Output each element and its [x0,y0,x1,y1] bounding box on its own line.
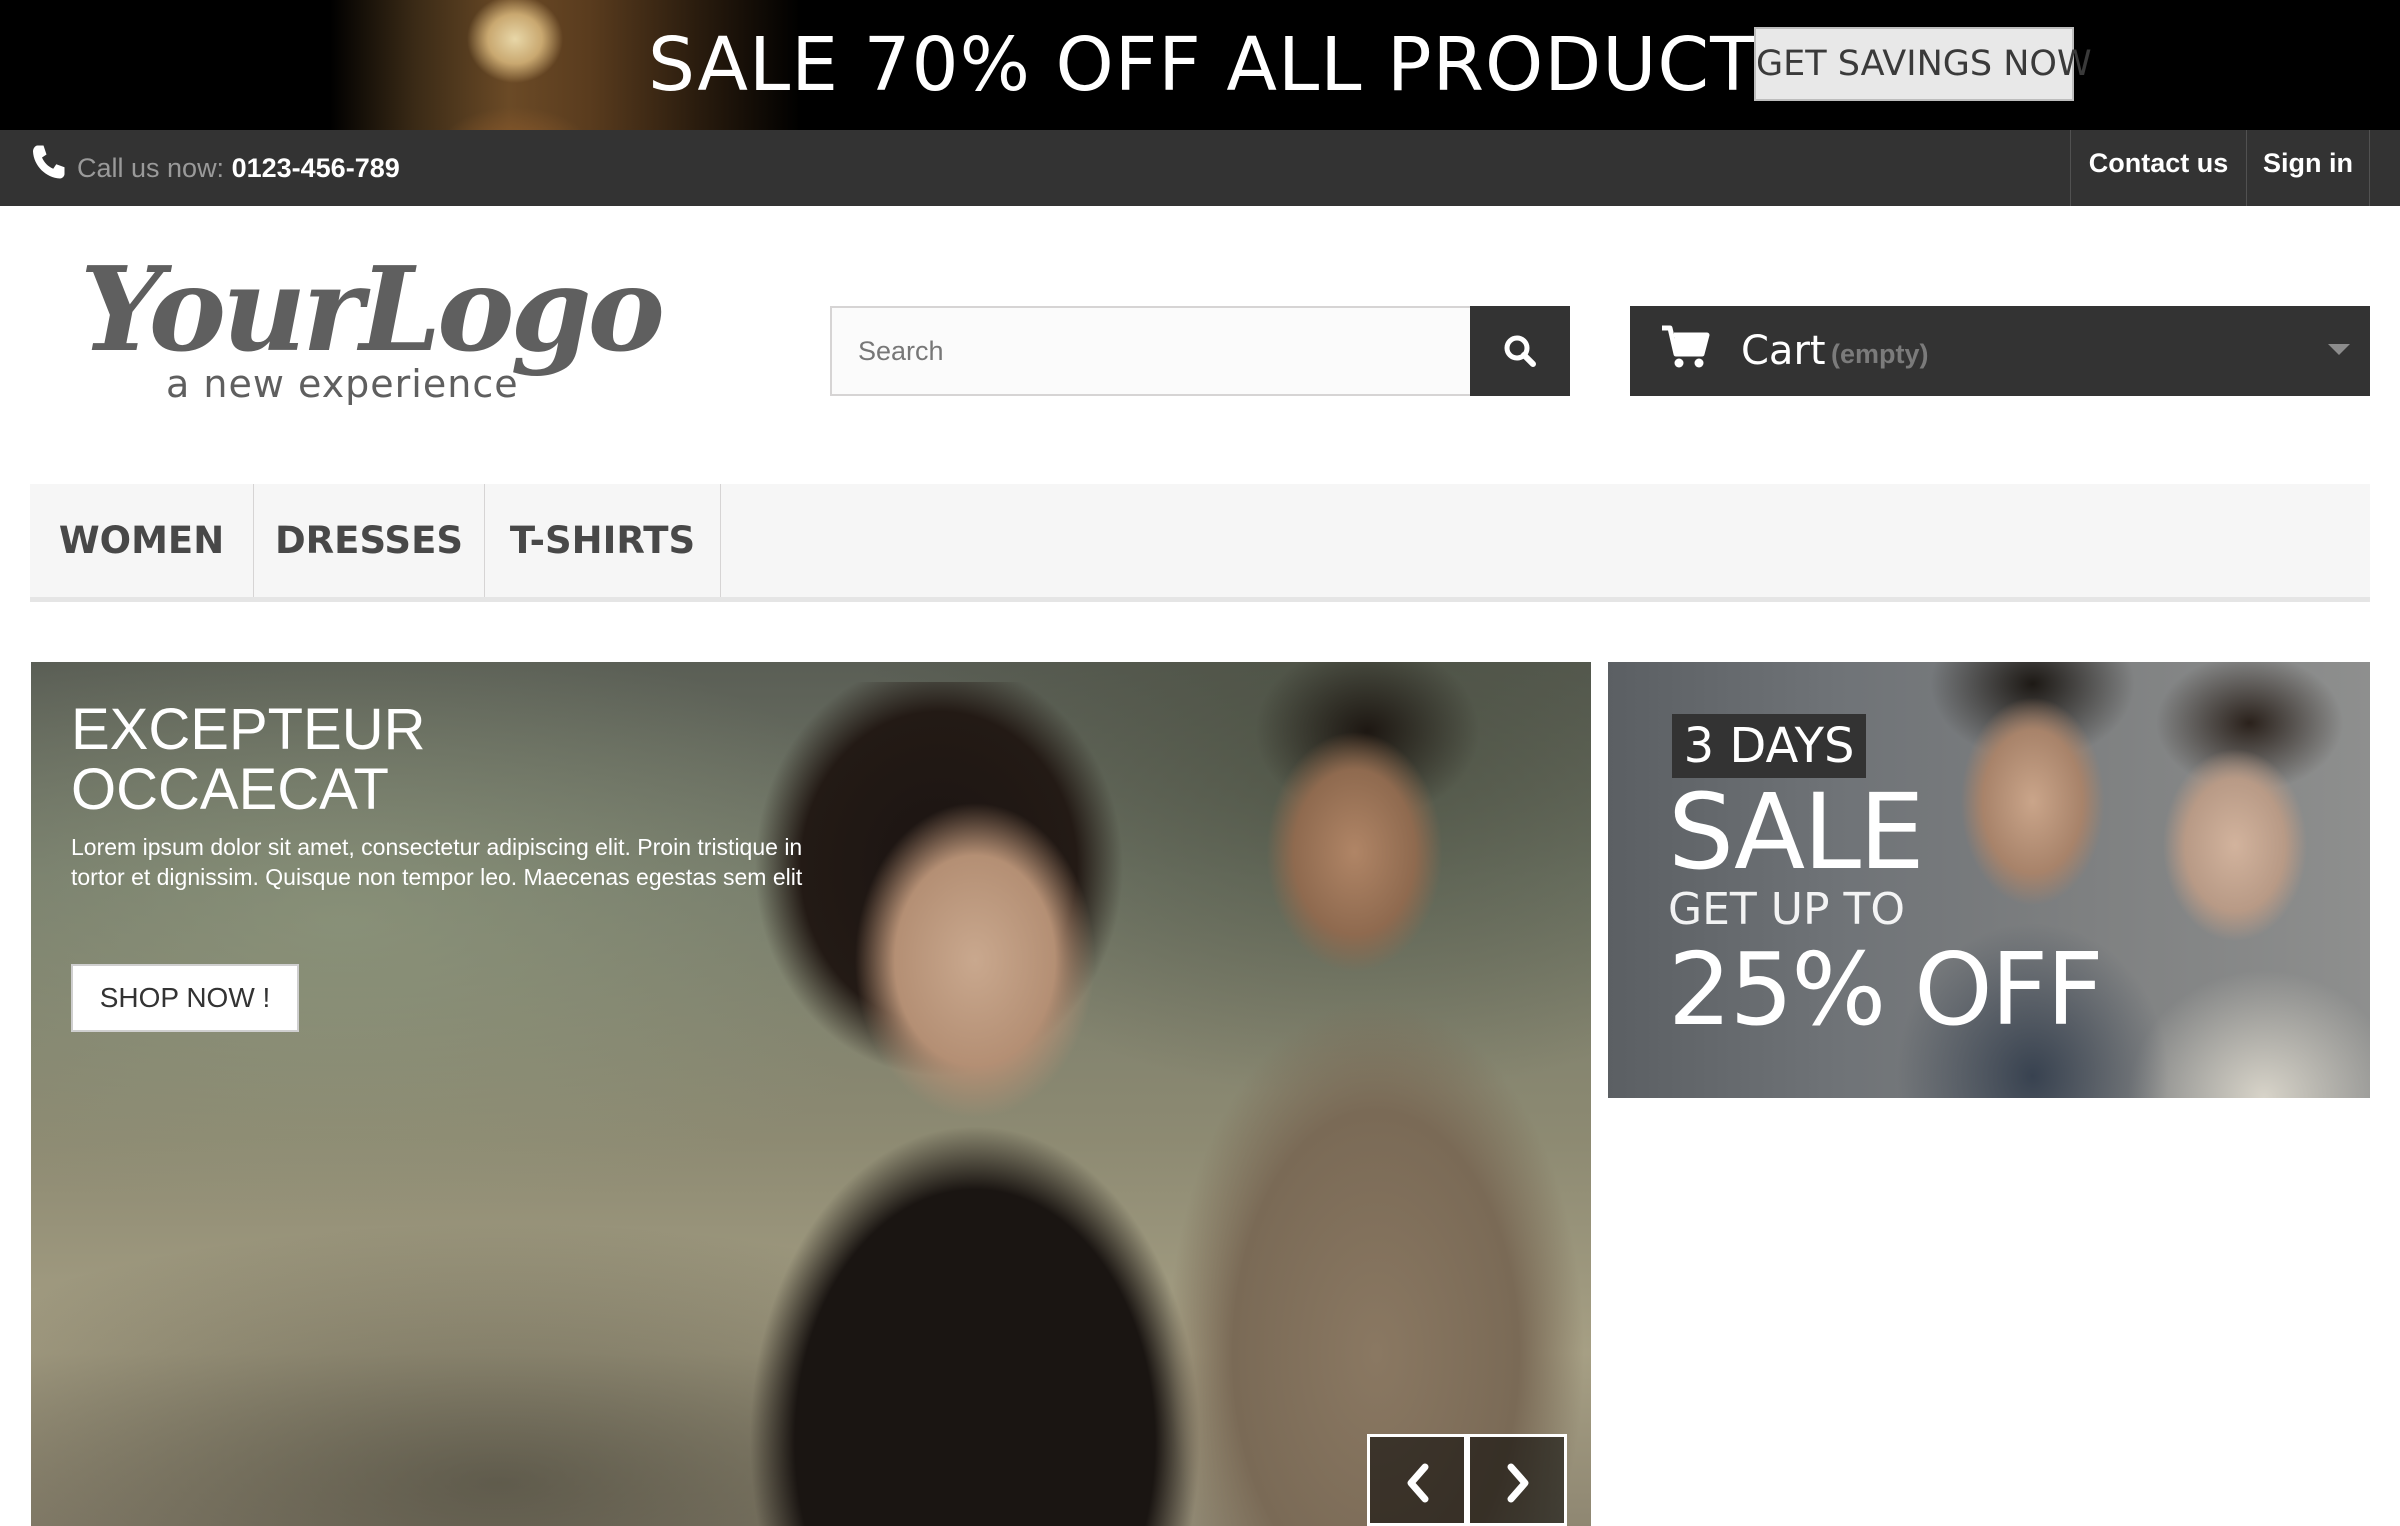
hero-title-line-1: EXCEPTEUR [71,697,426,762]
menu-item-t-shirts[interactable]: T-SHIRTS [485,484,721,597]
promo-model-image [430,0,600,130]
top-nav-bar: Call us now: 0123-456-789 Contact us Sig… [0,130,2400,206]
side-banner-get-up-to: GET UP TO [1668,884,1905,935]
hero-slider: EXCEPTEUR OCCAECAT Lorem ipsum dolor sit… [31,662,1591,1526]
phone-number: 0123-456-789 [231,153,400,183]
menu-item-dresses[interactable]: DRESSES [254,484,485,597]
menu-item-women[interactable]: WOMEN [30,484,254,597]
promo-banner[interactable]: SALE 70% OFF ALL PRODUCTS GET SAVINGS NO… [0,0,2400,130]
hero-title-line-2: OCCAECAT [71,757,389,822]
slider-next-button[interactable] [1467,1434,1567,1526]
slider-prev-button[interactable] [1367,1434,1467,1526]
side-banner-percent-off: 25% OFF [1668,931,2104,1048]
contact-us-link[interactable]: Contact us [2070,130,2246,206]
logo-text: YourLogo [80,242,665,378]
search-icon [1502,333,1538,369]
cart-icon [1660,324,1710,370]
side-promo-banner[interactable]: 3 DAYS SALE GET UP TO 25% OFF [1608,662,2370,1098]
call-us-label: Call us now: [77,153,225,183]
chevron-left-icon [1403,1463,1433,1508]
chevron-right-icon [1503,1463,1533,1508]
sign-in-link[interactable]: Sign in [2246,130,2370,206]
hero-description: Lorem ipsum dolor sit amet, consectetur … [71,834,803,890]
phone-icon [30,142,66,186]
days-badge: 3 DAYS [1672,714,1866,778]
cart-state: (empty) [1831,339,1929,369]
cart-button[interactable]: Cart (empty) [1630,306,2370,396]
main-menu: WOMEN DRESSES T-SHIRTS [30,484,2370,602]
promo-headline: SALE 70% OFF ALL PRODUCTS [648,22,1805,108]
search-input[interactable] [830,306,1472,396]
logo-tagline: a new experience [166,362,519,406]
site-logo[interactable]: YourLogo a new experience [80,250,665,420]
side-banner-sale: SALE [1668,771,1925,893]
shop-now-button[interactable]: SHOP NOW ! [71,964,299,1032]
hero-man-image [1161,662,1591,1526]
call-us-text: Call us now: 0123-456-789 [77,148,400,188]
cart-label: Cart [1741,328,1826,374]
get-savings-button[interactable]: GET SAVINGS NOW [1754,27,2092,101]
caret-down-icon[interactable] [2328,344,2350,355]
hero-title: EXCEPTEUR OCCAECAT [71,700,426,820]
search-button[interactable] [1470,306,1570,396]
